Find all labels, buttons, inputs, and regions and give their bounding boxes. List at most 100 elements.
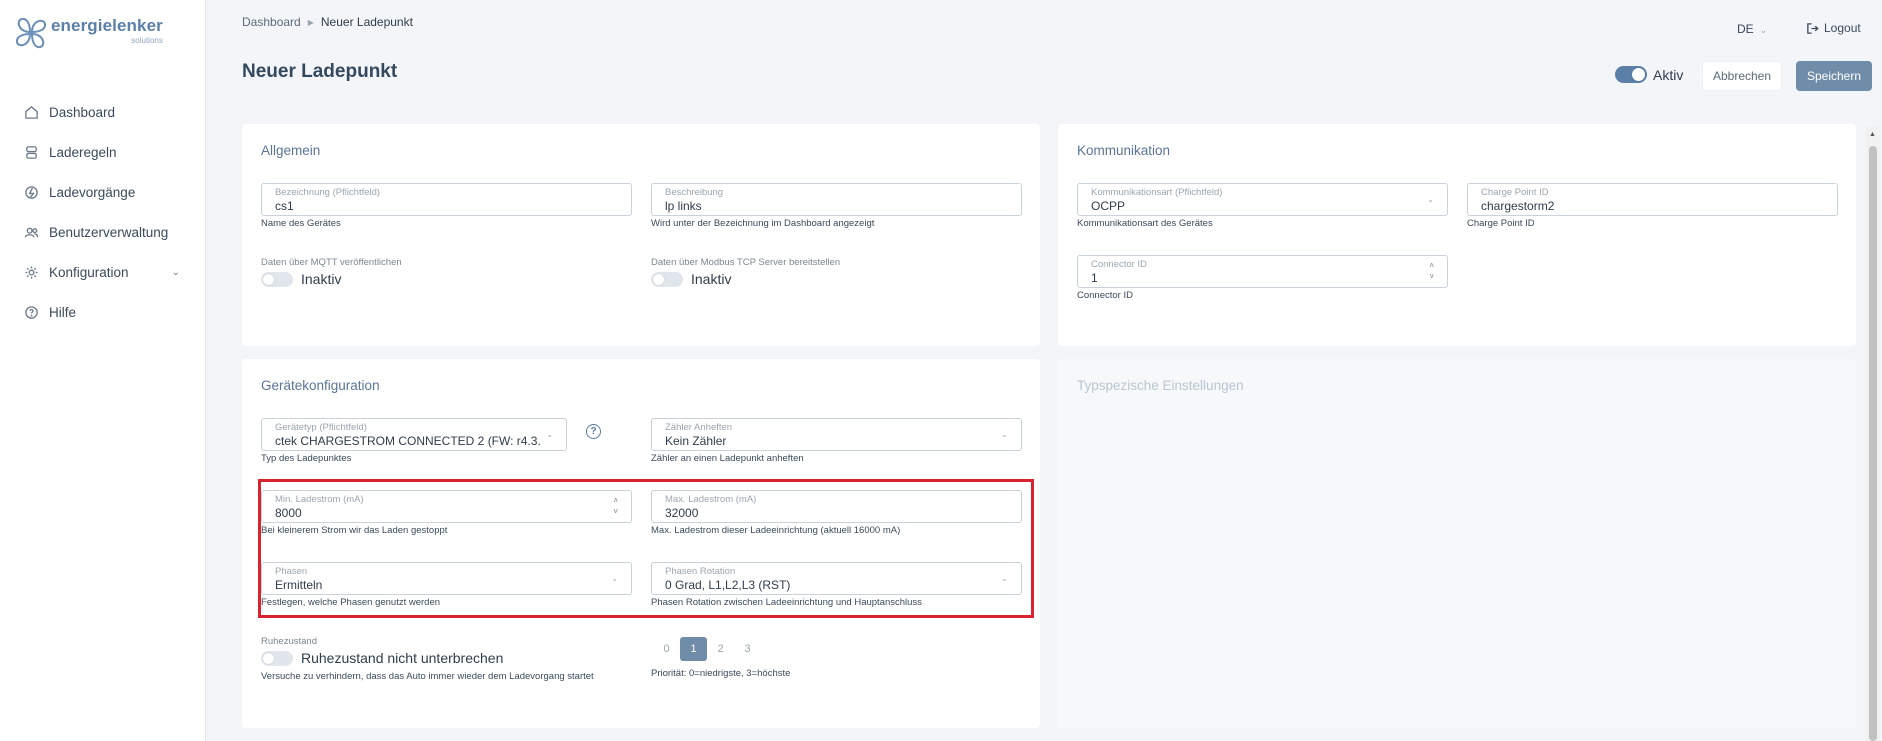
- sidebar-item-ladevorgaenge[interactable]: Ladevorgänge: [0, 172, 206, 212]
- chevron-down-icon: ⌄: [1759, 25, 1768, 35]
- meter-select[interactable]: Zähler Anheften Kein Zähler ⌄: [651, 418, 1022, 451]
- priority-option-2[interactable]: 2: [707, 637, 734, 661]
- field-label: Beschreibung: [665, 187, 724, 198]
- rest-state-label: Ruhezustand: [261, 636, 317, 647]
- brand-logo[interactable]: energielenker solutions: [14, 16, 163, 50]
- field-hint: Connector ID: [1077, 290, 1133, 301]
- card-title: Typspezische Einstellungen: [1077, 378, 1244, 393]
- name-field[interactable]: Bezeichnung (Pflichtfeld) cs1: [261, 183, 632, 216]
- modbus-switch[interactable]: [651, 271, 683, 287]
- sidebar-item-label: Dashboard: [49, 104, 116, 120]
- users-icon: [24, 227, 39, 237]
- sidebar-item-dashboard[interactable]: Dashboard: [0, 92, 206, 132]
- breadcrumb: Dashboard ▶ Neuer Ladepunkt: [242, 15, 413, 29]
- field-hint: Name des Gerätes: [261, 218, 341, 229]
- sidebar: energielenker solutions Dashboard Ladere…: [0, 0, 206, 741]
- number-stepper-icon[interactable]: ˄ ˅: [1429, 260, 1434, 282]
- field-value: cs1: [275, 199, 294, 213]
- logout-label: Logout: [1824, 21, 1861, 35]
- field-hint: Kommunikationsart des Gerätes: [1077, 218, 1213, 229]
- priority-option-3[interactable]: 3: [734, 637, 761, 661]
- modbus-state: Inaktiv: [691, 271, 732, 287]
- rest-state-switch[interactable]: [261, 650, 293, 666]
- brand-sub: solutions: [131, 36, 163, 45]
- field-hint: Priorität: 0=niedrigste, 3=höchste: [651, 668, 791, 679]
- sidebar-item-hilfe[interactable]: Hilfe: [0, 292, 206, 332]
- field-label: Kommunikationsart (Pflichtfeld): [1091, 187, 1223, 198]
- chevron-down-icon: ⌄: [546, 430, 553, 439]
- mqtt-label: Daten über MQTT veröffentlichen: [261, 257, 402, 268]
- logout-button[interactable]: Logout: [1806, 21, 1861, 35]
- field-value: Kein Zähler: [665, 434, 727, 448]
- scroll-up-icon[interactable]: ▲: [1869, 131, 1876, 138]
- field-value: 1: [1091, 271, 1098, 285]
- save-button[interactable]: Speichern: [1796, 61, 1872, 91]
- charge-point-id-field[interactable]: Charge Point ID chargestorm2: [1467, 183, 1838, 216]
- chevron-down-icon: ⌄: [1427, 195, 1434, 204]
- active-switch[interactable]: [1615, 66, 1647, 83]
- field-label: Bezeichnung (Pflichtfeld): [275, 187, 381, 198]
- field-hint: Zähler an einen Ladepunkt anheften: [651, 453, 804, 464]
- logout-icon: [1807, 22, 1819, 34]
- field-label: Charge Point ID: [1481, 187, 1549, 198]
- field-label: Zähler Anheften: [665, 422, 733, 433]
- field-hint: Typ des Ladepunktes: [261, 453, 352, 464]
- field-value: chargestorm2: [1481, 199, 1555, 213]
- sidebar-nav: Dashboard Laderegeln Ladevorgänge Benutz…: [0, 92, 206, 332]
- priority-option-1[interactable]: 1: [680, 637, 707, 661]
- card-title: Kommunikation: [1077, 143, 1171, 158]
- language-value: DE: [1737, 22, 1754, 36]
- field-label: Gerätetyp (Pflichtfeld): [275, 422, 367, 433]
- gear-icon: [25, 265, 38, 279]
- communication-type-select[interactable]: Kommunikationsart (Pflichtfeld) OCPP ⌄: [1077, 183, 1448, 216]
- field-hint: Versuche zu verhindern, dass das Auto im…: [261, 671, 594, 682]
- modbus-label: Daten über Modbus TCP Server bereitstell…: [651, 257, 841, 268]
- cancel-button[interactable]: Abbrechen: [1702, 61, 1782, 91]
- sidebar-item-label: Hilfe: [49, 304, 77, 320]
- chevron-down-icon: ⌄: [171, 266, 180, 278]
- sidebar-item-laderegeln[interactable]: Laderegeln: [0, 132, 206, 172]
- active-toggle[interactable]: Aktiv: [1615, 66, 1683, 83]
- card-type-settings: Typspezische Einstellungen: [1058, 359, 1856, 728]
- device-type-select[interactable]: Gerätetyp (Pflichtfeld) ctek CHARGESTROM…: [261, 418, 567, 451]
- sidebar-item-benutzerverwaltung[interactable]: Benutzerverwaltung: [0, 212, 206, 252]
- priority-option-0[interactable]: 0: [653, 637, 680, 661]
- priority-selector: 0 1 2 3: [653, 637, 761, 661]
- mqtt-state: Inaktiv: [301, 271, 342, 287]
- logo-icon: [15, 17, 47, 49]
- chevron-down-icon: ⌄: [1001, 430, 1008, 439]
- sidebar-item-label: Laderegeln: [49, 144, 117, 160]
- card-title: Allgemein: [261, 143, 321, 158]
- help-icon: [25, 305, 38, 319]
- sidebar-item-label: Ladevorgänge: [49, 184, 136, 200]
- page-title: Neuer Ladepunkt: [242, 61, 398, 82]
- field-value: ctek CHARGESTROM CONNECTED 2 (FW: r4.3.2…: [275, 434, 540, 448]
- card-allgemein: Allgemein Bezeichnung (Pflichtfeld) cs1 …: [242, 124, 1040, 346]
- field-label: Connector ID: [1091, 259, 1147, 270]
- field-value: lp links: [665, 199, 702, 213]
- mqtt-toggle[interactable]: Inaktiv: [261, 271, 341, 287]
- field-value: OCPP: [1091, 199, 1126, 213]
- active-label: Aktiv: [1653, 66, 1684, 83]
- breadcrumb-current: Neuer Ladepunkt: [320, 15, 413, 29]
- brand-name: energielenker: [51, 16, 163, 35]
- help-icon[interactable]: ?: [586, 424, 601, 439]
- breadcrumb-dashboard[interactable]: Dashboard: [242, 15, 301, 29]
- description-field[interactable]: Beschreibung lp links: [651, 183, 1022, 216]
- language-select[interactable]: DE ⌄: [1737, 22, 1767, 36]
- sidebar-item-label: Konfiguration: [49, 264, 129, 280]
- scrollbar-thumb[interactable]: [1869, 146, 1877, 741]
- charging-icon: [25, 185, 38, 199]
- sidebar-item-label: Benutzerverwaltung: [49, 224, 169, 240]
- breadcrumb-separator-icon: ▶: [307, 17, 314, 27]
- mqtt-switch[interactable]: [261, 271, 293, 287]
- rest-state-toggle[interactable]: Ruhezustand nicht unterbrechen: [261, 650, 503, 666]
- scrollbar[interactable]: ▲: [1866, 126, 1880, 741]
- home-icon: [25, 105, 38, 119]
- highlight-box: [258, 479, 1034, 618]
- modbus-toggle[interactable]: Inaktiv: [651, 271, 731, 287]
- sidebar-item-konfiguration[interactable]: Konfiguration ⌄: [0, 252, 206, 292]
- rest-state-value: Ruhezustand nicht unterbrechen: [301, 650, 504, 666]
- connector-id-field[interactable]: Connector ID 1 ˄ ˅: [1077, 255, 1448, 288]
- field-hint: Wird unter der Bezeichnung im Dashboard …: [651, 218, 875, 229]
